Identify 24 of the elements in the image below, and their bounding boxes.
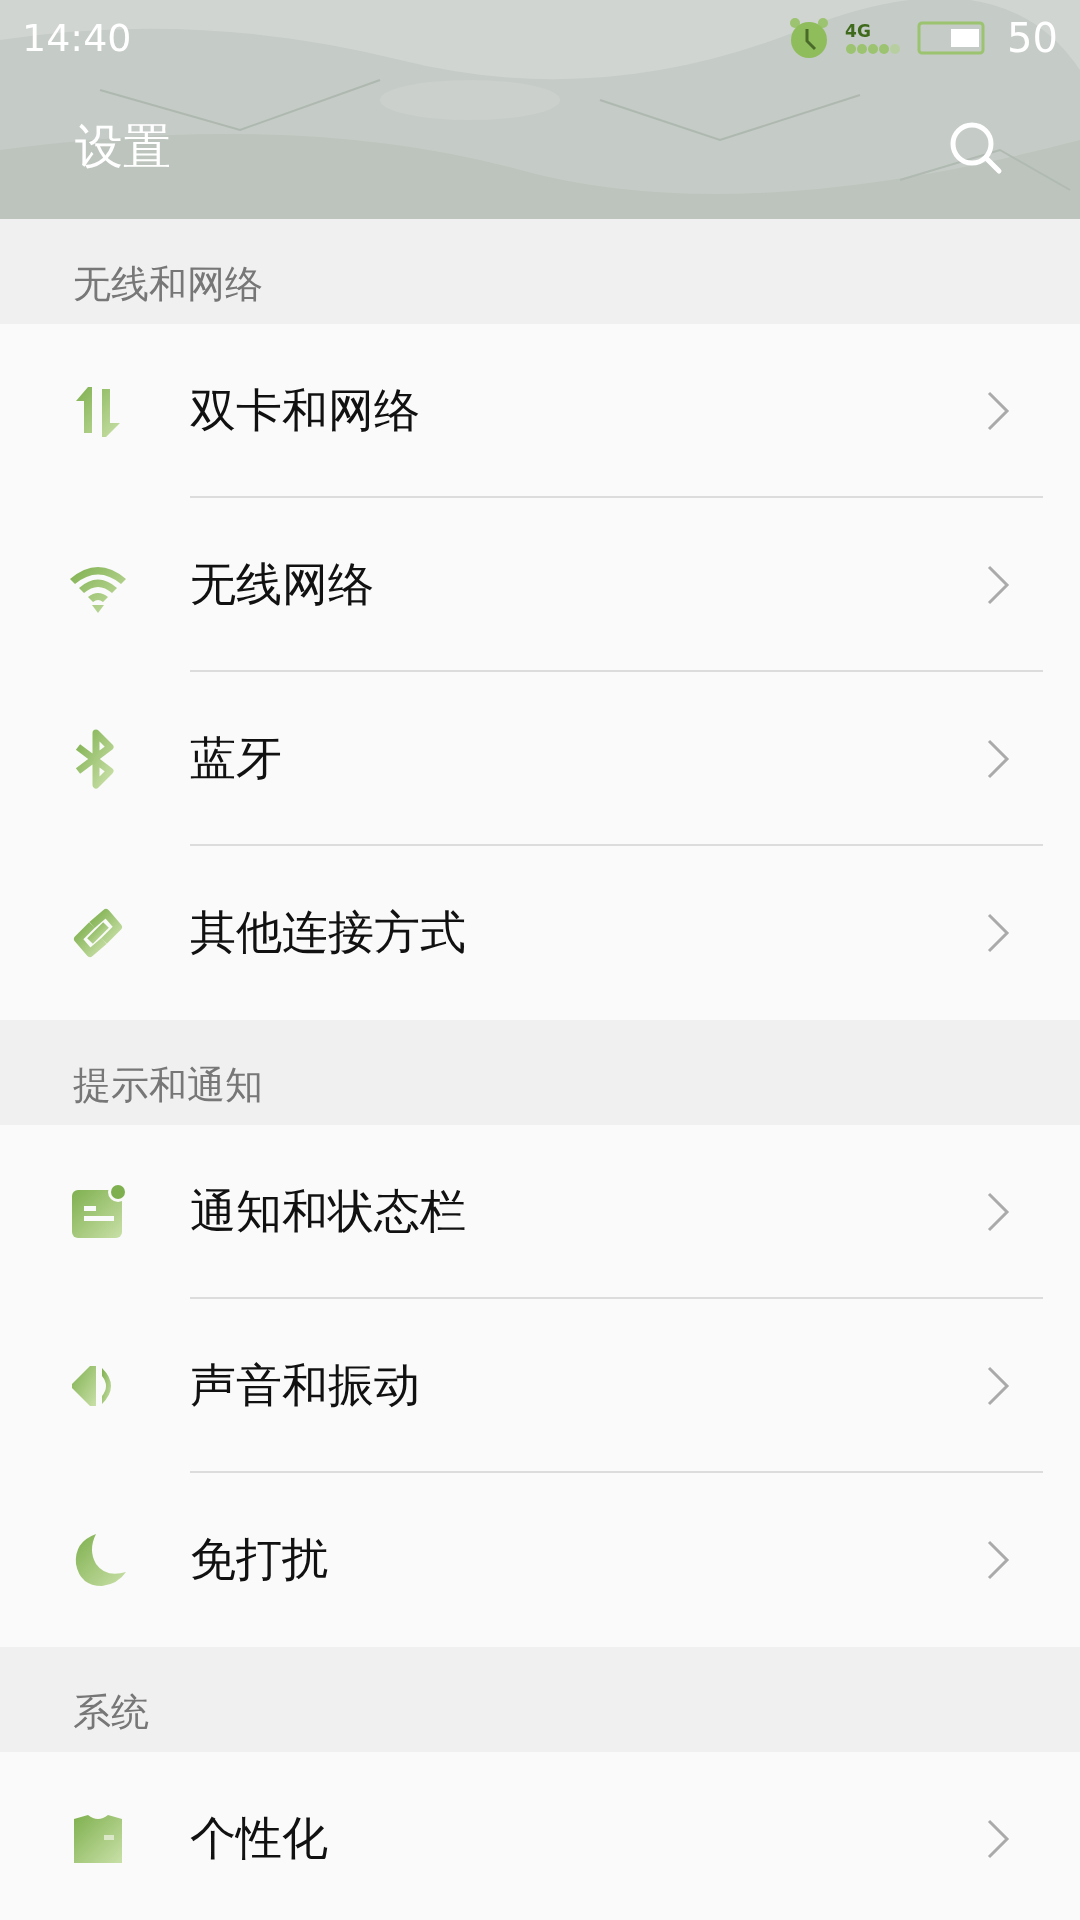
clock-time: 14:40 (22, 15, 133, 60)
chevron-right-icon (986, 564, 1010, 606)
chevron-right-icon (986, 912, 1010, 954)
chevron-right-icon (986, 738, 1010, 780)
settings-row[interactable]: 无线网络 (0, 498, 1080, 672)
settings-row[interactable]: 免打扰 (0, 1473, 1080, 1647)
settings-row[interactable]: 其他连接方式 (0, 846, 1080, 1020)
chevron-right-icon (986, 1539, 1010, 1581)
settings-row[interactable]: 蓝牙 (0, 672, 1080, 846)
chevron-right-icon (986, 1365, 1010, 1407)
chevron-right-icon (986, 1818, 1010, 1860)
section-header: 无线和网络 (73, 261, 263, 308)
section-header: 提示和通知 (73, 1062, 263, 1109)
settings-row[interactable]: 通知和状态栏 (0, 1125, 1080, 1299)
settings-row[interactable]: 声音和振动 (0, 1299, 1080, 1473)
chevron-right-icon (986, 1191, 1010, 1233)
battery-percent: 50 (1007, 14, 1058, 61)
settings-row[interactable]: 个性化 (0, 1752, 1080, 1920)
page-title: 设置 (75, 117, 171, 176)
chevron-right-icon (986, 390, 1010, 432)
battery-icon (917, 20, 988, 55)
section-header: 系统 (73, 1689, 149, 1736)
network-type-label: 4G (845, 20, 871, 41)
settings-row[interactable]: 双卡和网络 (0, 324, 1080, 498)
